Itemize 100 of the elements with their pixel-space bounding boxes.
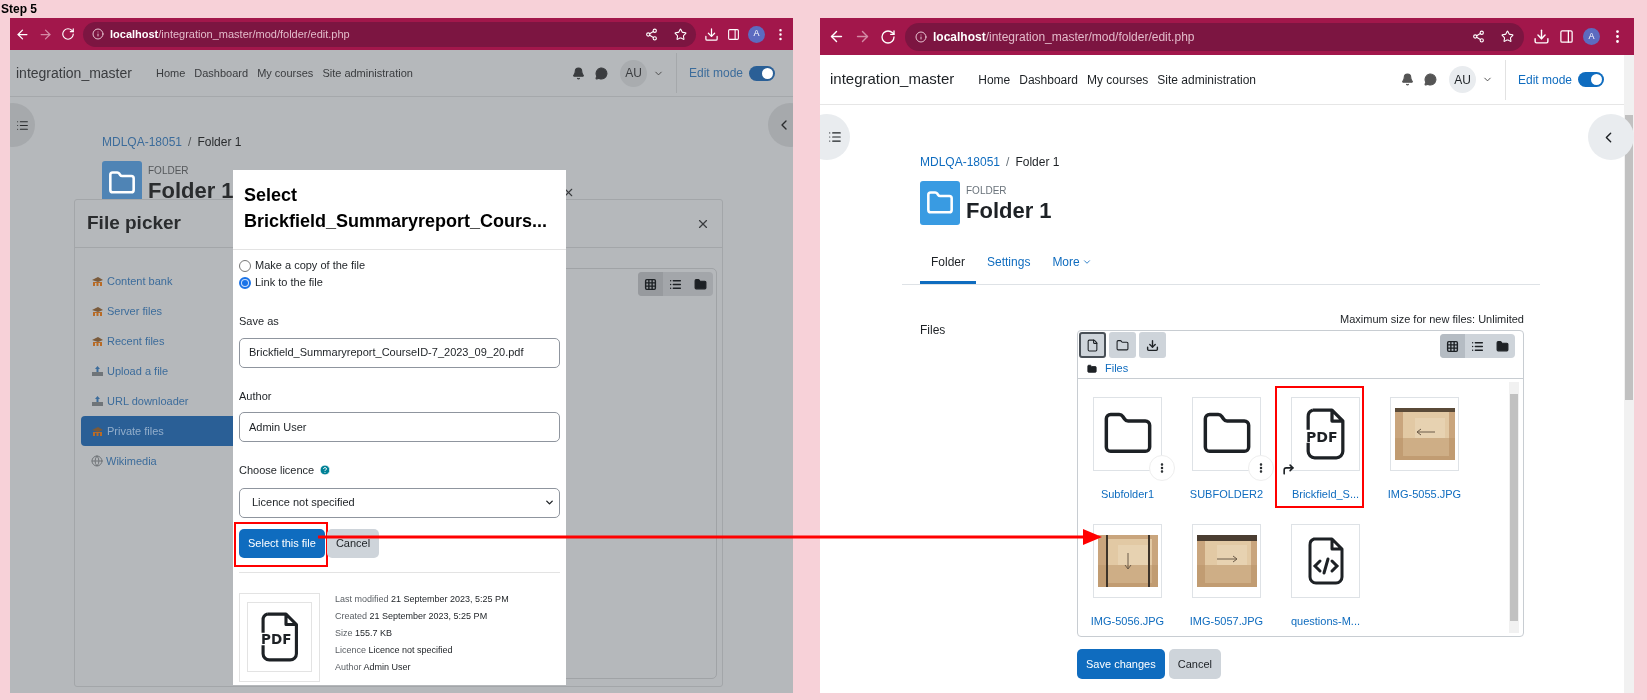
file-name[interactable]: Subfolder1 (1100, 486, 1155, 503)
toolbar-button[interactable] (1079, 332, 1106, 358)
share-icon[interactable] (645, 27, 658, 41)
scrollbar[interactable] (1509, 382, 1519, 633)
file-thumbnail[interactable] (1192, 524, 1261, 598)
file-thumbnail[interactable] (1291, 524, 1360, 598)
info-icon[interactable] (92, 28, 104, 40)
info-icon[interactable] (915, 30, 927, 43)
file-detail: Created 21 September 2023, 5:25 PM (335, 609, 489, 623)
path-link[interactable]: Files (1105, 360, 1129, 377)
cancel-button[interactable]: Cancel (1168, 649, 1221, 679)
author-field[interactable]: Admin User (239, 412, 560, 442)
file-thumbnail[interactable] (1093, 524, 1162, 598)
nav-tab[interactable]: Folder (920, 243, 976, 284)
profile-avatar[interactable]: A (748, 25, 765, 43)
repository-item[interactable]: Recent files (81, 326, 233, 356)
toolbar-button[interactable] (1139, 332, 1166, 358)
file-name[interactable]: Brickfield_S... (1291, 486, 1360, 503)
folder-icon (1087, 363, 1097, 374)
repository-item[interactable]: Server files (81, 296, 233, 326)
download-icon[interactable] (704, 26, 719, 42)
file-name[interactable]: SUBFOLDER2 (1189, 486, 1264, 503)
folder-view-icon (694, 277, 707, 291)
nav-link[interactable]: My courses (257, 64, 314, 82)
messages-icon[interactable] (594, 66, 608, 80)
repository-item[interactable]: Upload a file (81, 356, 233, 386)
forward-icon[interactable] (38, 26, 53, 42)
toolbar-button[interactable] (1109, 332, 1136, 358)
breadcrumb-link[interactable]: MDLQA-18051 (920, 153, 1001, 171)
messages-icon[interactable] (1423, 73, 1437, 86)
file-name[interactable]: IMG-5055.JPG (1387, 486, 1462, 503)
file-thumbnail[interactable] (1390, 397, 1459, 471)
chevron-down-icon (544, 497, 555, 508)
address-bar[interactable]: localhost/integration_master/mod/folder/edit.php (83, 21, 696, 47)
side-panel-icon[interactable] (727, 27, 740, 41)
radio-button[interactable] (239, 259, 251, 272)
help-icon[interactable] (319, 464, 332, 477)
edit-mode-switch[interactable] (749, 65, 775, 81)
chevron-down-icon (1081, 257, 1092, 267)
reload-icon[interactable] (61, 27, 75, 41)
address-bar[interactable]: localhost/integration_master/mod/folder/edit.php (905, 22, 1524, 51)
field-label: Files (920, 322, 947, 339)
nav-link[interactable]: Home (978, 70, 1011, 89)
bookmark-icon[interactable] (674, 27, 687, 41)
save-button[interactable]: Save changes (1077, 649, 1165, 679)
forward-icon[interactable] (854, 28, 871, 45)
page-scrollbar[interactable] (1624, 55, 1634, 693)
dialog-title: File picker (87, 211, 181, 236)
share-icon[interactable] (1472, 30, 1485, 43)
bookmark-icon[interactable] (1501, 30, 1514, 43)
licence-select[interactable]: Licence not specified (239, 487, 560, 518)
select-file-button[interactable]: Select this file (239, 528, 325, 558)
site-name[interactable]: integration_master (830, 68, 955, 91)
file-thumbnail[interactable] (1093, 397, 1162, 471)
back-icon[interactable] (828, 28, 845, 45)
file-detail: Author Admin User (335, 660, 412, 674)
download-icon[interactable] (1533, 28, 1550, 45)
reload-icon[interactable] (880, 28, 896, 45)
user-avatar[interactable]: AU (619, 59, 647, 87)
more-options-button[interactable] (1149, 455, 1175, 481)
nav-link[interactable]: Site administration (322, 64, 413, 82)
back-icon[interactable] (15, 26, 30, 42)
file-name[interactable]: IMG-5057.JPG (1189, 613, 1264, 630)
user-avatar[interactable]: AU (1448, 66, 1476, 93)
side-panel-icon[interactable] (1559, 29, 1574, 44)
file-thumbnail[interactable] (1192, 397, 1261, 471)
repository-item[interactable]: Private files (81, 416, 233, 446)
nav-tab[interactable]: Settings (976, 243, 1042, 284)
breadcrumb-current: Folder 1 (197, 134, 242, 151)
file-name[interactable]: questions-M... (1290, 613, 1361, 630)
nav-link[interactable]: Dashboard (1019, 70, 1078, 89)
repository-item[interactable]: Content bank (81, 266, 233, 296)
grid-view-icon (644, 277, 657, 291)
nav-link[interactable]: Site administration (1157, 70, 1257, 89)
nav-link[interactable]: Dashboard (194, 64, 249, 82)
file-thumbnail[interactable]: PDF (1291, 397, 1360, 471)
radio-button[interactable] (239, 276, 251, 289)
page-title: Folder 1 (966, 197, 1052, 224)
file-name[interactable]: IMG-5056.JPG (1090, 613, 1165, 630)
radio-label: Make a copy of the file (255, 258, 366, 274)
repository-item[interactable]: Wikimedia (81, 446, 233, 476)
grid-view-icon (1446, 339, 1459, 353)
save-as-field[interactable]: Brickfield_Summaryreport_CourseID-7_2023_09_20.pdf (239, 337, 560, 368)
notifications-icon[interactable] (571, 66, 585, 80)
page-title: Folder 1 (148, 177, 234, 204)
nav-link[interactable]: Home (155, 64, 186, 82)
profile-avatar[interactable]: A (1583, 28, 1600, 45)
more-options-button[interactable] (1248, 455, 1274, 481)
repository-item[interactable]: URL downloader (81, 386, 233, 416)
nav-link[interactable]: My courses (1086, 70, 1149, 89)
url-text: localhost/integration_master/mod/folder/edit.php (110, 26, 351, 42)
view-mode-button[interactable] (638, 272, 663, 296)
nav-tab[interactable]: More (1041, 243, 1103, 284)
notifications-icon[interactable] (1400, 73, 1414, 86)
site-name[interactable]: integration_master (16, 62, 132, 84)
view-mode-button[interactable] (1440, 334, 1465, 358)
file-detail: Last modified 21 September 2023, 5:25 PM (335, 592, 509, 606)
field-label: Choose licence (239, 463, 315, 478)
drawer-toggle[interactable] (1588, 114, 1634, 160)
edit-mode-switch[interactable] (1578, 72, 1604, 87)
